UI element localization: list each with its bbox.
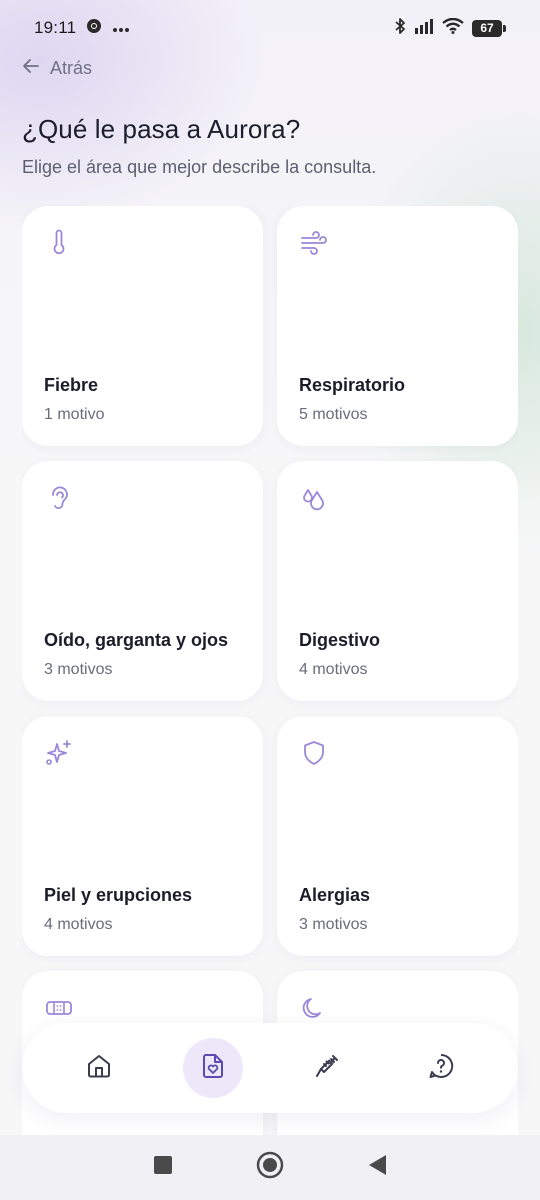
wind-icon [299,228,329,258]
category-count: 4 motivos [44,916,113,933]
bluetooth-icon [394,17,406,40]
category-card-piel[interactable]: Piel y erupciones 4 motivos [22,716,263,956]
more-dots-icon [112,18,130,38]
recents-button[interactable] [152,1154,174,1181]
back-button[interactable]: Atrás [22,58,92,79]
category-count: 1 motivo [44,406,105,423]
nav-home-button[interactable] [69,1038,129,1098]
category-card-respiratorio[interactable]: Respiratorio 5 motivos [277,206,518,446]
status-time: 19:11 [34,18,77,37]
home-system-button[interactable] [256,1151,284,1184]
category-count: 3 motivos [299,916,368,933]
back-system-button[interactable] [366,1153,388,1182]
category-label: Alergias [299,885,371,905]
category-card-alergias[interactable]: Alergias 3 motivos [277,716,518,956]
category-card-oido-garganta-ojos[interactable]: Oído, garganta y ojos 3 motivos [22,461,263,701]
shield-icon [299,738,329,768]
signal-icon [414,18,434,39]
category-card-digestivo[interactable]: Digestivo 4 motivos [277,461,518,701]
category-card-fiebre[interactable]: Fiebre 1 motivo [22,206,263,446]
battery-indicator: 67 [472,19,506,37]
nav-help-button[interactable] [411,1038,471,1098]
chrome-icon [86,18,102,39]
document-heart-icon [200,1053,226,1084]
home-icon [86,1053,112,1084]
wifi-icon [442,17,464,39]
sparkles-icon [44,738,74,768]
thermometer-icon [44,228,74,258]
category-label: Digestivo [299,630,381,650]
droplets-icon [299,483,329,513]
status-bar: 19:11 67 [0,0,540,56]
help-icon [428,1053,454,1084]
syringe-icon [314,1053,340,1084]
back-label: Atrás [50,58,93,78]
status-right: 67 [394,17,506,40]
nav-vaccines-button[interactable] [297,1038,357,1098]
category-count: 5 motivos [299,406,368,423]
page-subtitle: Elige el área que mejor describe la cons… [22,157,377,177]
category-count: 3 motivos [44,661,113,678]
category-label: Oído, garganta y ojos [44,630,229,650]
category-label: Piel y erupciones [44,885,193,905]
category-label: Fiebre [44,375,99,395]
bandage-icon [44,993,74,1023]
category-grid: Fiebre 1 motivo Respiratorio 5 motivos O… [22,206,518,1136]
category-label: Respiratorio [299,375,406,395]
battery-level: 67 [472,19,502,37]
moon-icon [299,993,329,1023]
ear-icon [44,483,74,513]
page-title: ¿Qué le pasa a Aurora? [22,114,301,144]
arrow-left-icon [22,58,40,79]
nav-consultation-button[interactable] [183,1038,243,1098]
bottom-nav [22,1023,518,1113]
battery-tip [503,24,506,32]
category-count: 4 motivos [299,661,368,678]
system-nav-bar [0,1135,540,1200]
status-left: 19:11 [34,18,130,39]
